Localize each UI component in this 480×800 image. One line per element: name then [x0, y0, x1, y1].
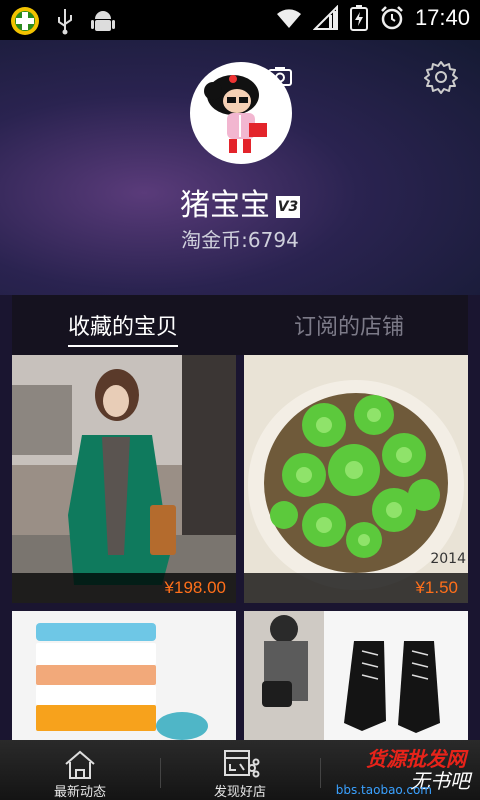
site-watermark: 货源批发网 无书吧 bbs.taobao.com [312, 743, 472, 800]
product-image-bowls [12, 611, 236, 741]
nav-discover-shops-label: 发现好店 [213, 785, 266, 800]
nav-latest-activity[interactable]: 最新动态 [0, 740, 160, 800]
status-time: 17:40 [414, 5, 470, 30]
watermark-line3: bbs.taobao.com [335, 783, 432, 797]
level-badge: V3 [276, 196, 300, 218]
status-right-icons: 17:40 [275, 4, 470, 32]
product-price: ¥198.00 [12, 573, 236, 603]
settings-gear-icon[interactable] [424, 60, 458, 94]
profile-header: 猪宝宝 V3 淘金币:6794 [0, 40, 480, 295]
username: 猪宝宝 V3 [0, 180, 480, 224]
username-text: 猪宝宝 [180, 188, 270, 223]
tab-collected-items-label: 收藏的宝贝 [68, 315, 179, 340]
nav-latest-activity-label: 最新动态 [53, 785, 106, 800]
active-tab-underline [68, 345, 179, 347]
camera-icon[interactable] [268, 66, 292, 86]
home-icon [65, 750, 95, 779]
product-price: ¥1.50 [244, 573, 468, 603]
product-card[interactable]: 2014 ¥1.50 [244, 355, 468, 603]
coins-balance: 淘金币:6794 [181, 228, 299, 252]
usb-icon [58, 9, 72, 35]
status-bar: 17:40 [0, 0, 480, 40]
android-debug-icon [91, 11, 115, 31]
image-watermark: 2014 [430, 551, 466, 567]
product-card[interactable] [12, 611, 236, 741]
app-plus-icon [11, 7, 39, 35]
nav-discover-shops[interactable]: 发现好店 [160, 740, 320, 800]
tab-subscribed-shops-label: 订阅的店铺 [294, 315, 405, 340]
signal-icon [312, 5, 338, 30]
product-image-green-coat [12, 355, 236, 603]
wifi-icon [276, 9, 301, 28]
discover-shop-icon [224, 750, 260, 778]
battery-charging-icon [349, 5, 368, 31]
tab-collected-items[interactable]: 收藏的宝贝 [68, 309, 179, 347]
status-left-icons [10, 6, 116, 36]
product-card[interactable] [244, 611, 468, 741]
product-image-boots [244, 611, 468, 741]
alarm-icon [381, 6, 403, 30]
favorites-tabs: 收藏的宝贝 订阅的店铺 [12, 295, 468, 355]
product-card[interactable]: ¥198.00 [12, 355, 236, 603]
tab-subscribed-shops[interactable]: 订阅的店铺 [294, 309, 404, 341]
